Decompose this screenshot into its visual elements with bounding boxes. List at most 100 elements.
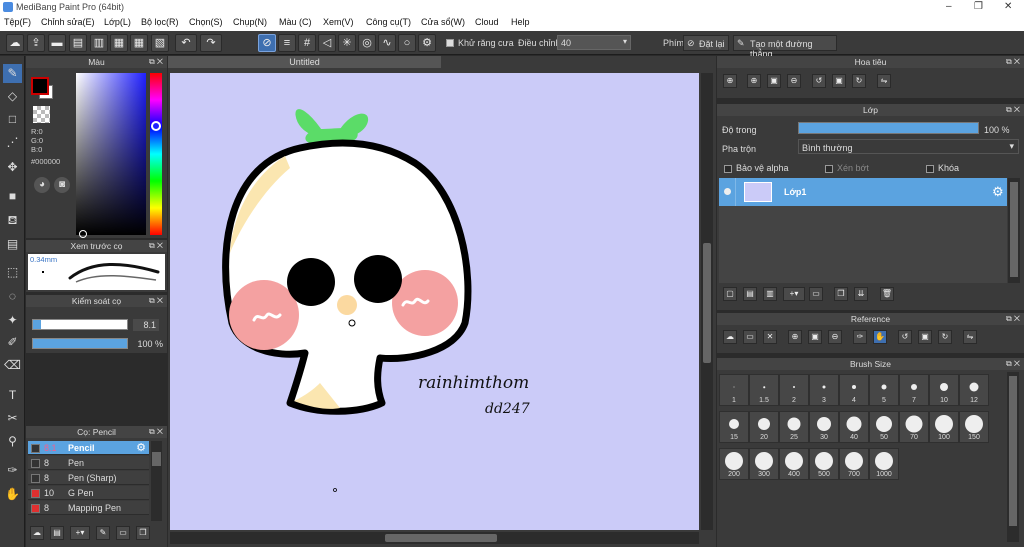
duplicate-icon[interactable]: ❐ [136,526,150,540]
zoom-in-icon[interactable]: ⊕ [788,330,802,344]
parallel-lines-icon[interactable]: ≡ [278,34,296,52]
shape-icon[interactable]: □ [3,110,22,129]
brush-list-item[interactable]: 8 Mapping Pen [28,501,149,515]
fit-icon[interactable]: ▣ [808,330,822,344]
new-halftone-layer-icon[interactable]: ▤ [743,287,757,301]
zoom-in-alt-icon[interactable]: ⊕ [747,74,761,88]
brush-size-cell[interactable]: 30 [809,411,839,443]
layer-row[interactable]: Lớp1 ⚙ [719,178,1007,206]
cloud-brush-icon[interactable]: ☁ [30,526,44,540]
reset-button[interactable]: ⊘ Đặt lại [683,35,729,51]
brush-list-scrollbar[interactable] [151,441,162,521]
brush-settings-icon[interactable]: ▤ [50,526,64,540]
menu-snap[interactable]: Chụp(N) [233,17,267,27]
brush-size-cell[interactable]: 150 [959,411,989,443]
gear-icon[interactable]: ⚙ [136,441,146,455]
brush-size-cell[interactable]: 20 [749,411,779,443]
panel-float-icon[interactable]: ⧉ ✕ [1006,56,1020,68]
menu-cloud[interactable]: Cloud [475,17,499,27]
menu-color[interactable]: Màu (C) [279,17,312,27]
pipette-icon[interactable]: ✑ [3,461,22,480]
saturation-value-picker[interactable] [76,73,146,238]
upload-icon[interactable]: ⇪ [27,34,45,52]
primary-color-swatch[interactable] [31,77,49,95]
brush-size-scrollbar[interactable] [1007,372,1019,542]
duplicate-layer-icon[interactable]: ❐ [834,287,848,301]
perspective-icon[interactable]: ◁ [318,34,336,52]
brush-list-item[interactable]: 8.1 Pencil ⚙ [28,441,149,455]
reset-view-icon[interactable]: ▣ [918,330,932,344]
brush-size-cell[interactable]: 1000 [869,448,899,480]
close-icon[interactable]: ✕ [763,330,777,344]
restore-button[interactable]: ❐ [974,1,983,12]
grid-lines-icon[interactable]: # [298,34,316,52]
fill-rect-icon[interactable]: ■ [3,187,22,206]
hand-icon[interactable]: ✋ [3,485,22,504]
brush-size-cell[interactable]: 100 [929,411,959,443]
menu-help[interactable]: Help [511,17,530,27]
menu-filter[interactable]: Bộ lọc(R) [141,17,179,27]
brush-size-cell[interactable]: 4 [839,374,869,406]
add-brush-icon[interactable]: +▾ [70,526,90,540]
layer-folder-icon[interactable]: ▭ [809,287,823,301]
brush-size-cell[interactable]: 10 [929,374,959,406]
straight-line-button[interactable]: ✎ Tạo một đường thẳng [733,35,837,59]
blend-select[interactable]: Bình thường ▾ [798,139,1019,154]
brush-list-item[interactable]: 8 Pen [28,456,149,470]
panel-float-icon[interactable]: ⧉ ✕ [149,240,163,252]
close-button[interactable]: ✕ [1004,1,1012,12]
panel-float-icon[interactable]: ⧉ ✕ [149,295,163,307]
concentric-icon[interactable]: ◎ [358,34,376,52]
transparent-swatch[interactable] [33,106,50,123]
hue-slider[interactable] [150,73,162,235]
drawing-canvas[interactable]: rainhimthom dd247 [170,73,699,530]
brush-size-cell[interactable]: 3 [809,374,839,406]
brush-size-cell[interactable]: 25 [779,411,809,443]
rotate-left-icon[interactable]: ↺ [898,330,912,344]
eyedropper-icon[interactable]: ⚲ [3,432,22,451]
move-icon[interactable]: ✥ [3,158,22,177]
flip-icon[interactable]: ⇋ [963,330,977,344]
palette-icon[interactable]: ◕ [34,177,50,193]
eyedropper-icon[interactable]: ✑ [853,330,867,344]
visibility-icon[interactable] [724,188,731,195]
merge-layer-icon[interactable]: ⇊ [854,287,868,301]
gradient-icon[interactable]: ▤ [3,235,22,254]
clip-checkbox[interactable] [825,164,833,173]
rotate-left-icon[interactable]: ↺ [812,74,826,88]
menu-tools[interactable]: Công cụ(T) [366,17,411,27]
select-eraser-icon[interactable]: ⌫ [3,356,22,375]
cloud-icon[interactable]: ☁ [723,330,737,344]
reset-view-icon[interactable]: ▣ [832,74,846,88]
brush-size-cell[interactable]: 300 [749,448,779,480]
zoom-out-icon[interactable]: ⊖ [787,74,801,88]
select-rect-icon[interactable]: ⬚ [3,263,22,282]
eraser-icon[interactable]: ◇ [3,87,22,106]
canvas-tab[interactable]: Untitled [168,56,441,68]
panel-float-icon[interactable]: ⧉ ✕ [1006,313,1020,325]
cloud-icon[interactable]: ☁ [6,34,24,52]
zoom-in-icon[interactable]: ⊕ [723,74,737,88]
grid-icon[interactable]: ▦ [110,34,128,52]
menu-edit[interactable]: Chỉnh sửa(E) [41,17,95,27]
antialias-checkbox[interactable] [446,38,454,47]
layer-opacity-slider[interactable] [798,122,979,134]
rotate-right-icon[interactable]: ↻ [938,330,952,344]
layout-icon[interactable]: ▧ [151,34,169,52]
hue-handle[interactable] [151,121,161,131]
brush-size-cell[interactable]: 5 [869,374,899,406]
menu-file[interactable]: Tệp(F) [4,17,31,27]
open-folder-icon[interactable]: ▭ [743,330,757,344]
new-layer-icon[interactable]: ▢ [723,287,737,301]
brush-size-cell[interactable]: 1 [719,374,749,406]
delete-layer-icon[interactable]: 🗑 [880,287,894,301]
brush-size-cell[interactable]: 15 [719,411,749,443]
color-history-icon[interactable]: ◙ [54,177,70,193]
menu-select[interactable]: Chọn(S) [189,17,223,27]
brush-size-slider[interactable] [32,319,128,330]
panel-float-icon[interactable]: ⧉ ✕ [149,426,163,438]
divide-icon[interactable]: ✂ [3,409,22,428]
protect-alpha-checkbox[interactable] [724,164,732,173]
select-pen-icon[interactable]: ✐ [3,333,22,352]
minimize-button[interactable]: – [946,1,952,12]
